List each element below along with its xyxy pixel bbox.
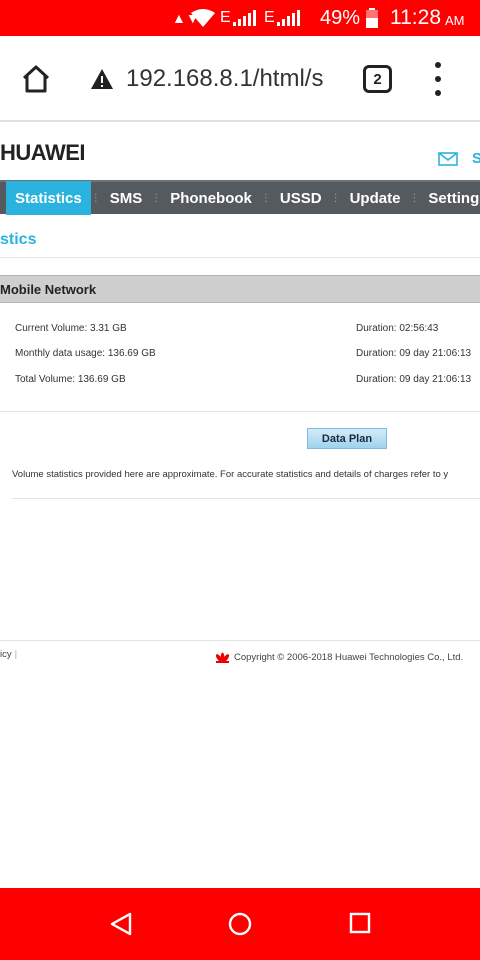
page-title: stics xyxy=(0,231,37,248)
stat-label: Total Volume: 136.69 GB xyxy=(15,374,126,385)
clock-time: 11:28 xyxy=(390,6,441,29)
nav-item-ussd[interactable]: USSD xyxy=(271,181,331,215)
stat-duration: Duration: 02:56:43 xyxy=(356,323,439,334)
recents-icon[interactable] xyxy=(349,912,371,934)
nav-separator: ⋮ xyxy=(260,192,271,204)
nav-separator: ⋮ xyxy=(330,192,341,204)
nav-item-statistics[interactable]: Statistics xyxy=(6,181,91,215)
nav-separator: ⋮ xyxy=(151,192,162,204)
stat-duration: Duration: 09 day 21:06:13 xyxy=(356,348,472,359)
battery-icon xyxy=(366,0,378,36)
nav-item-phonebook[interactable]: Phonebook xyxy=(161,181,261,215)
main-nav: Statistics ⋮ SMS ⋮ Phonebook ⋮ USSD ⋮ Up… xyxy=(0,180,480,215)
stat-label: Current Volume: 3.31 GB xyxy=(15,323,127,334)
mail-icon[interactable] xyxy=(438,152,458,166)
table-row: Total Volume: 136.69 GB Duration: 09 day… xyxy=(0,374,480,390)
wifi-icon xyxy=(190,0,216,36)
divider xyxy=(0,640,480,641)
browser-toolbar: 192.168.8.1/html/statistic.html 2 xyxy=(0,36,480,122)
divider xyxy=(12,498,480,499)
url-bar[interactable]: 192.168.8.1/html/statistic.html xyxy=(126,62,324,96)
clock-ampm: AM xyxy=(445,12,465,28)
back-icon[interactable] xyxy=(108,912,134,936)
statistics-note: Volume statistics provided here are appr… xyxy=(12,469,449,480)
signal-type-label: E xyxy=(220,9,231,26)
stat-label: Monthly data usage: 136.69 GB xyxy=(15,348,156,359)
tabs-icon[interactable]: 2 xyxy=(363,65,392,93)
nav-item-settings[interactable]: Settings xyxy=(419,181,480,215)
divider xyxy=(0,257,480,258)
android-nav-bar xyxy=(0,888,480,960)
footer-link[interactable]: icy | xyxy=(0,649,17,660)
huawei-logo[interactable]: HUAWEI xyxy=(0,140,86,166)
overflow-menu-icon[interactable] xyxy=(430,62,446,96)
table-row: Monthly data usage: 136.69 GB Duration: … xyxy=(0,348,480,364)
home-circle-icon[interactable] xyxy=(228,912,252,936)
status-bar: ▲▼ E E 49% 11:28 AM xyxy=(0,0,480,36)
header-link[interactable]: S xyxy=(472,150,480,167)
signal-type-label: E xyxy=(264,9,275,26)
battery-percent: 49% xyxy=(320,6,361,29)
table-row: Current Volume: 3.31 GB Duration: 02:56:… xyxy=(0,323,480,339)
nav-item-sms[interactable]: SMS xyxy=(101,181,152,215)
clock: 11:28 AM xyxy=(390,0,465,36)
stat-duration: Duration: 09 day 21:06:13 xyxy=(356,374,472,385)
signal-icon: E xyxy=(264,0,300,36)
copyright-text: Copyright © 2006-2018 Huawei Technologie… xyxy=(234,652,464,663)
nav-separator: ⋮ xyxy=(409,192,420,204)
divider xyxy=(0,411,480,412)
home-icon[interactable] xyxy=(20,64,52,94)
nav-separator: ⋮ xyxy=(90,192,101,204)
footer-link-text[interactable]: icy xyxy=(0,649,12,660)
nav-item-update[interactable]: Update xyxy=(341,181,410,215)
footer-separator: | xyxy=(14,649,18,660)
section-header: Mobile Network xyxy=(0,275,480,303)
signal-icon: E xyxy=(220,0,256,36)
huawei-flower-icon xyxy=(215,652,230,663)
warning-icon[interactable] xyxy=(90,68,114,90)
copyright: Copyright © 2006-2018 Huawei Technologie… xyxy=(215,652,463,663)
data-plan-button[interactable]: Data Plan xyxy=(307,428,387,449)
